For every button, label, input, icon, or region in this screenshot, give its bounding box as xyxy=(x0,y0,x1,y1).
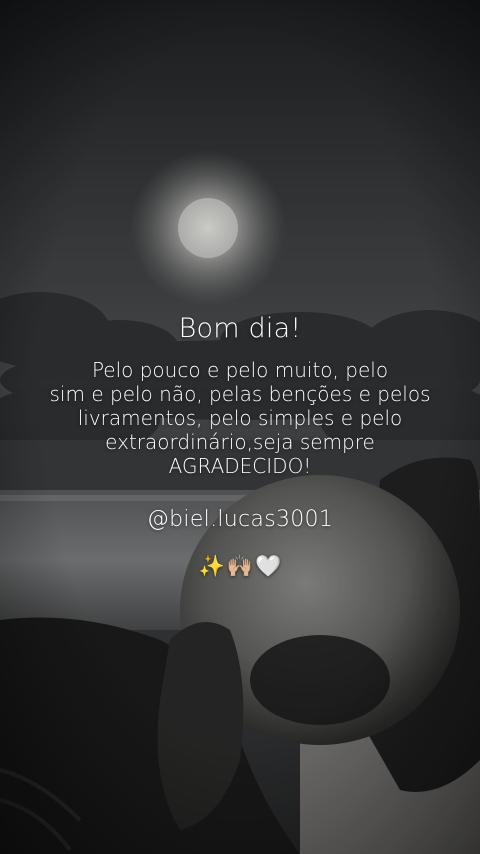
message-text: Pelo pouco e pelo muito, pelo sim e pelo… xyxy=(20,358,460,478)
author-handle: @biel.lucas3001 xyxy=(146,507,334,532)
message-line: sim e pelo não, pelas benções e pelos xyxy=(49,382,431,406)
raised-hands-emoji: 🙌🏼 xyxy=(226,554,254,578)
message-line: Pelo pouco e pelo muito, pelo xyxy=(91,358,389,382)
white-heart-emoji: 🤍 xyxy=(255,554,282,578)
emoji-row: ✨ 🙌🏼 🤍 xyxy=(0,552,480,580)
message-line: AGRADECIDO! xyxy=(168,454,312,478)
greeting-title: Bom dia! xyxy=(178,313,302,344)
message-line: livramentos, pelo simples e pelo xyxy=(77,406,403,430)
sparkles-emoji: ✨ xyxy=(198,554,225,578)
post-caption: Bom dia! Pelo pouco e pelo muito, pelo s… xyxy=(0,312,480,580)
message-line: extraordinário,seja sempre xyxy=(105,430,375,454)
